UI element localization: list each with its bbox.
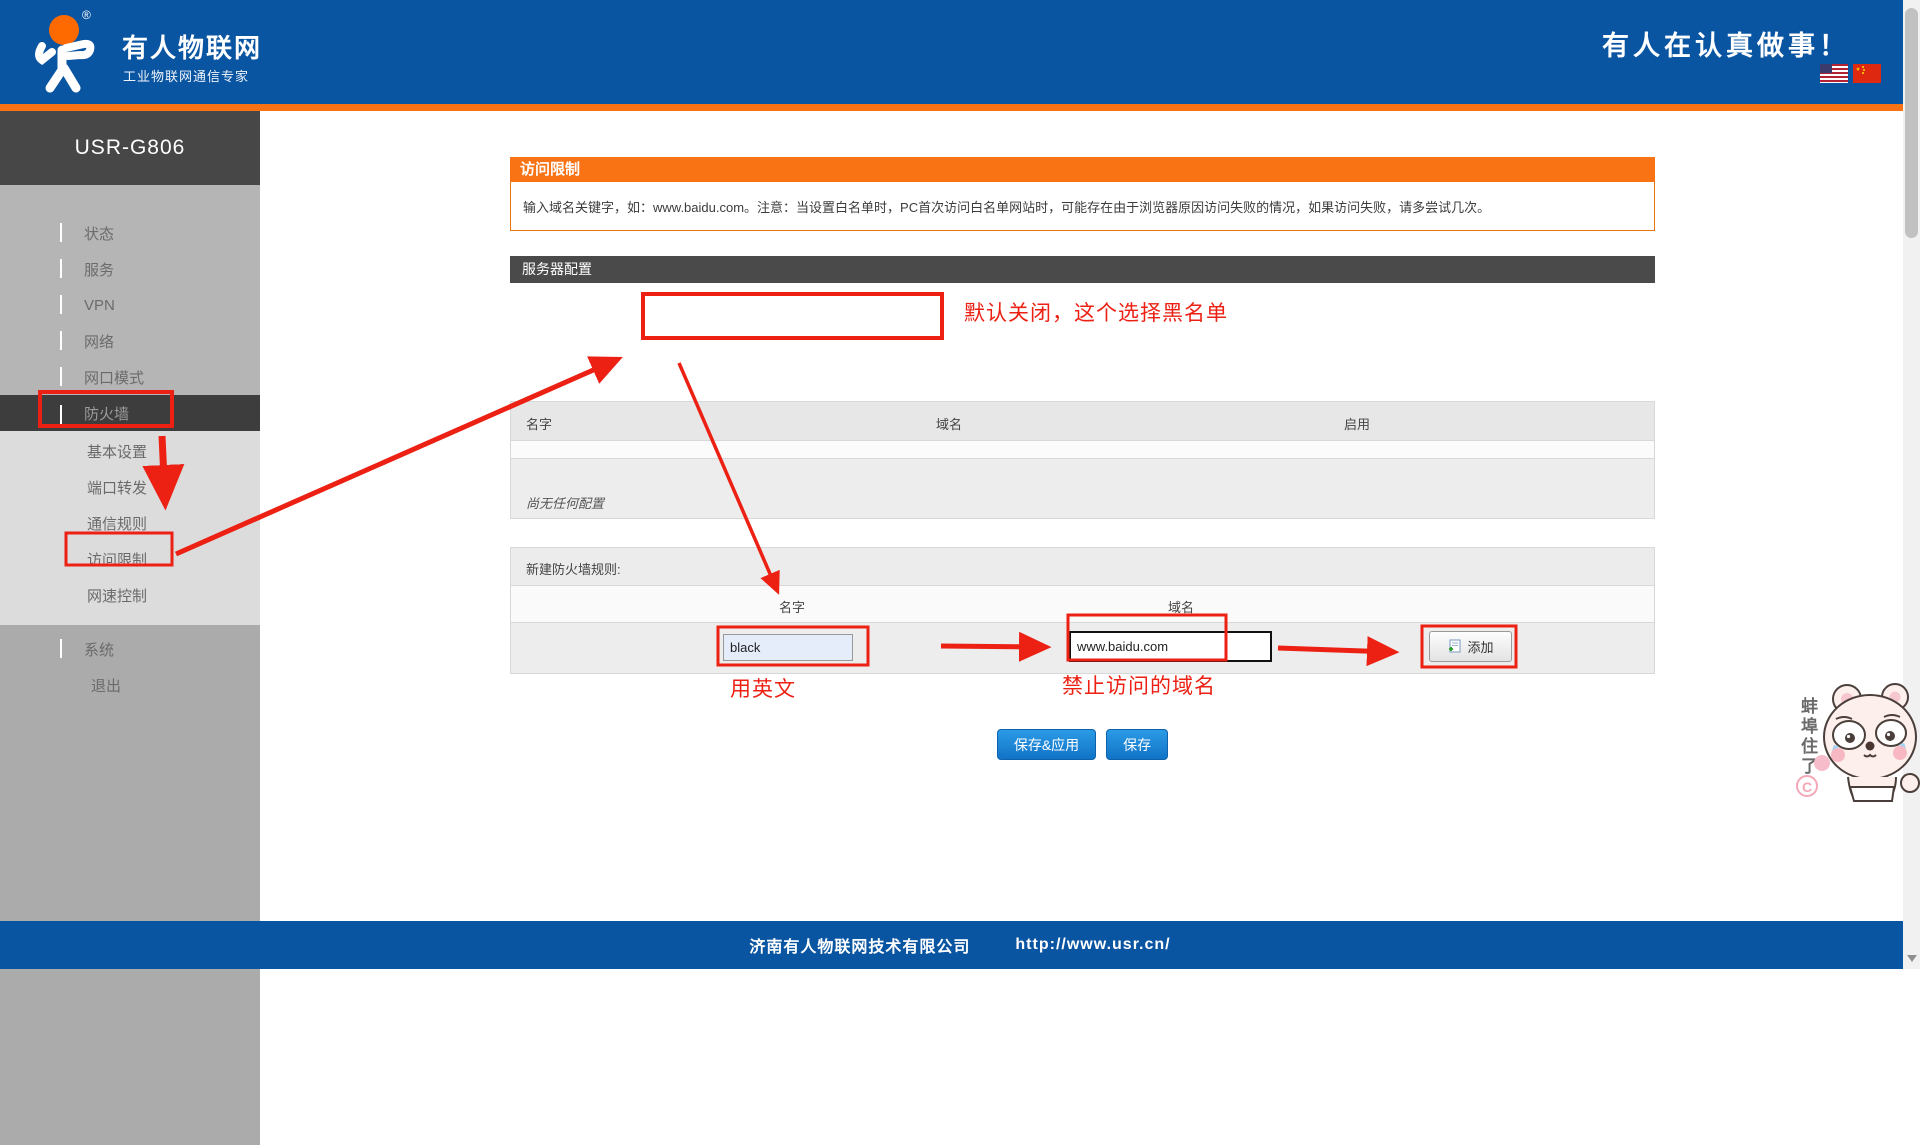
rules-table: 名字 域名 启用 尚无任何配置: [510, 401, 1655, 519]
sidebar-item-system[interactable]: 系统: [0, 631, 260, 667]
sidebar-item-services[interactable]: 服务: [0, 251, 260, 287]
column-header-name: 名字: [779, 597, 805, 616]
rule-domain-input[interactable]: [1069, 631, 1272, 662]
sidebar-item-label: 服务: [84, 259, 114, 280]
new-rule-table: 新建防火墙规则: 名字 域名 添加: [510, 547, 1655, 674]
top-header: ® 有人物联网 工业物联网通信专家 有人在认真做事！: [0, 0, 1920, 104]
add-page-icon: [1447, 639, 1462, 654]
sidebar-item-port-mode[interactable]: 网口模式: [0, 359, 260, 395]
brand-name: 有人物联网: [122, 28, 262, 65]
english-language-flag-icon[interactable]: [1820, 64, 1848, 83]
sidebar-subitem-speed-control[interactable]: 网速控制: [0, 579, 260, 615]
sidebar-subitem-traffic-rules[interactable]: 通信规则: [0, 507, 260, 543]
sidebar-item-label: 网口模式: [84, 367, 144, 388]
sidebar-item-network[interactable]: 网络: [0, 323, 260, 359]
save-apply-button[interactable]: 保存&应用: [997, 729, 1096, 760]
chevron-right-icon: [60, 641, 62, 658]
sidebar-item-label: 网络: [84, 331, 114, 352]
sidebar-bottom-section: 系统 退出: [0, 625, 260, 1145]
sidebar-item-vpn[interactable]: VPN: [0, 287, 260, 323]
main-content: 访问限制 输入域名关键字，如：www.baidu.com。注意：当设置白名单时，…: [260, 111, 1903, 921]
footer: 济南有人物联网技术有限公司 http://www.usr.cn/: [0, 921, 1920, 969]
rule-name-input[interactable]: [723, 634, 853, 661]
device-title-block: USR-G806: [0, 111, 260, 185]
column-header-enable: 启用: [1344, 414, 1370, 433]
table-row-empty: 尚无任何配置: [511, 459, 1654, 518]
sidebar-item-label: 系统: [84, 639, 114, 660]
new-rule-input-row: 添加: [511, 623, 1654, 673]
sidebar-subitem-port-forwarding[interactable]: 端口转发: [0, 471, 260, 507]
empty-config-text: 尚无任何配置: [511, 493, 604, 512]
sidebar-item-firewall[interactable]: 防火墙: [0, 395, 260, 431]
new-rule-title-row: 新建防火墙规则:: [511, 548, 1654, 586]
new-rule-title: 新建防火墙规则:: [526, 559, 621, 578]
column-header-domain: 域名: [1168, 597, 1194, 616]
mode-form-row: 方式 黑名单: [510, 283, 1655, 401]
rules-table-header: 名字 域名 启用: [511, 402, 1654, 441]
chevron-right-icon: [60, 297, 62, 314]
sidebar-subitem-access-restriction[interactable]: 访问限制: [0, 543, 260, 579]
notice-text: 输入域名关键字，如：www.baidu.com。注意：当设置白名单时，PC首次访…: [510, 182, 1655, 231]
registered-mark: ®: [82, 8, 91, 22]
vertical-scrollbar[interactable]: [1903, 0, 1920, 969]
chevron-down-icon: [60, 405, 62, 422]
scrollbar-thumb[interactable]: [1905, 8, 1918, 238]
sidebar: USR-G806 状态 服务 VPN 网络 网口模式 防火墙 基本设置 端口转发…: [0, 111, 260, 921]
footer-company: 济南有人物联网技术有限公司: [749, 933, 970, 957]
brand-logo: ® 有人物联网 工业物联网通信专家: [22, 8, 352, 98]
sidebar-item-label: 防火墙: [84, 403, 129, 424]
firewall-submenu: 基本设置 端口转发 通信规则 访问限制 网速控制: [0, 431, 260, 625]
add-rule-button[interactable]: 添加: [1429, 631, 1512, 662]
chevron-right-icon: [60, 369, 62, 386]
sidebar-item-label: 状态: [84, 223, 114, 244]
access-restriction-panel: 访问限制 输入域名关键字，如：www.baidu.com。注意：当设置白名单时，…: [510, 157, 1655, 760]
column-header-name: 名字: [526, 414, 552, 433]
page-title: 访问限制: [510, 157, 1655, 182]
device-title: USR-G806: [75, 136, 186, 160]
usr-person-logo-icon: [22, 8, 112, 96]
footer-url-link[interactable]: http://www.usr.cn/: [1015, 936, 1170, 954]
accent-divider: [0, 104, 1920, 111]
new-rule-header-row: 名字 域名: [511, 586, 1654, 623]
add-button-label: 添加: [1467, 637, 1493, 656]
chinese-language-flag-icon[interactable]: [1853, 64, 1881, 83]
save-button[interactable]: 保存: [1106, 729, 1168, 760]
sidebar-item-label: VPN: [84, 297, 115, 314]
header-motto: 有人在认真做事！: [1602, 24, 1850, 63]
sidebar-item-logout[interactable]: 退出: [0, 667, 260, 703]
chevron-right-icon: [60, 333, 62, 350]
sidebar-item-status[interactable]: 状态: [0, 215, 260, 251]
scrollbar-down-arrow-icon[interactable]: [1907, 955, 1917, 962]
server-config-title: 服务器配置: [510, 256, 1655, 283]
table-row: [511, 441, 1654, 459]
column-header-domain: 域名: [936, 414, 962, 433]
chevron-right-icon: [60, 261, 62, 278]
brand-slogan: 工业物联网通信专家: [123, 66, 249, 85]
chevron-right-icon: [60, 225, 62, 242]
sidebar-subitem-basic-settings[interactable]: 基本设置: [0, 435, 260, 471]
